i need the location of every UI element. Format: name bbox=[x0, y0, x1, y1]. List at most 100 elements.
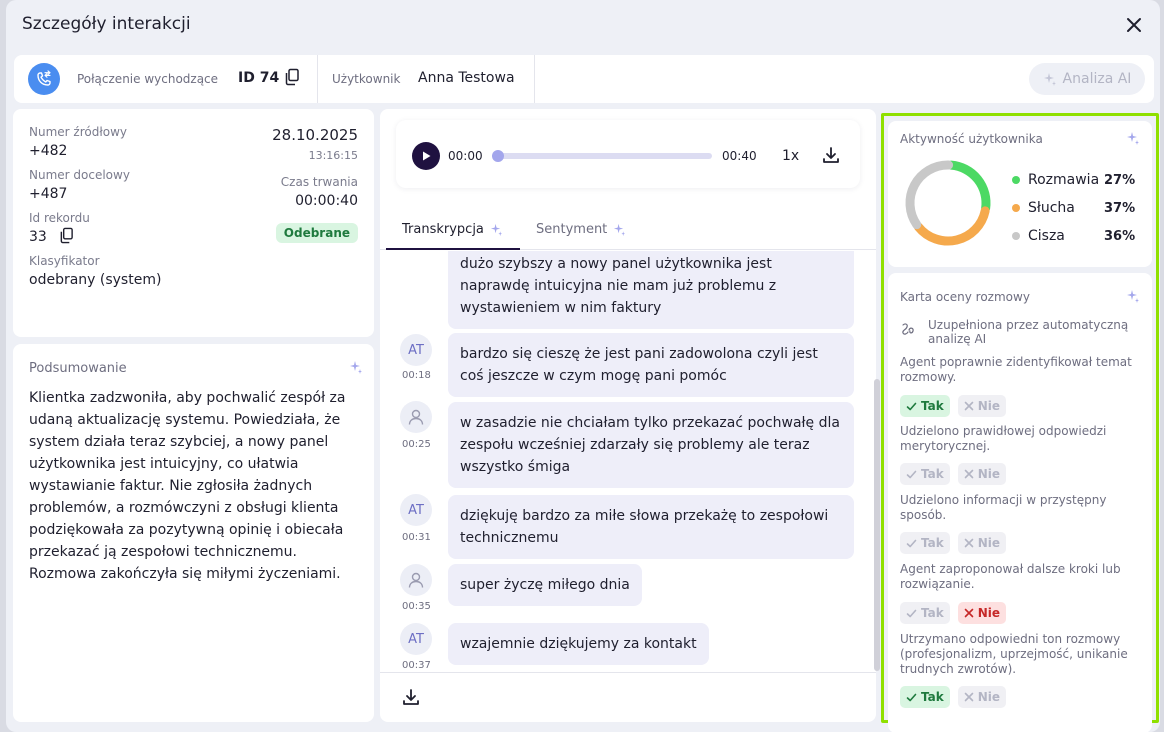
message-time: 00:37 bbox=[402, 660, 431, 671]
divider bbox=[380, 672, 876, 673]
answer-no-button[interactable]: Nie bbox=[957, 532, 1007, 554]
recording-panel: 00:00 00:40 1x Transkrypcja Sentyment du… bbox=[380, 109, 880, 722]
sparkle-icon bbox=[1043, 73, 1056, 86]
legend-percent: 37% bbox=[1104, 200, 1136, 216]
playback-speed-button[interactable]: 1x bbox=[782, 148, 799, 164]
answer-yes-label: Tak bbox=[921, 536, 944, 550]
record-id-value: 33 bbox=[29, 229, 47, 245]
answer-yes-button[interactable]: Tak bbox=[900, 532, 950, 554]
ai-analysis-button[interactable]: Analiza AI bbox=[1029, 63, 1145, 95]
answer-no-button[interactable]: Nie bbox=[957, 686, 1007, 708]
download-transcript-button[interactable] bbox=[402, 688, 420, 710]
answer-no-button[interactable]: Nie bbox=[957, 463, 1007, 485]
classifier-label: Klasyfikator bbox=[29, 254, 100, 268]
summary-card: Podsumowanie Klientka zadzwoniła, aby po… bbox=[13, 344, 374, 722]
source-number-value: +482 bbox=[29, 143, 68, 159]
answer-toggle-group: Tak Nie bbox=[900, 686, 1007, 708]
activity-title: Aktywność użytkownika bbox=[900, 132, 1043, 146]
sparkle-icon bbox=[1127, 132, 1139, 145]
x-icon bbox=[964, 608, 974, 618]
ai-auto-icon bbox=[902, 323, 914, 335]
user-icon bbox=[408, 409, 424, 425]
message-time: 00:31 bbox=[402, 532, 431, 543]
agent-avatar: AT bbox=[400, 334, 432, 366]
check-icon bbox=[906, 693, 917, 701]
summary-text: Klientka zadzwoniła, aby pochwalić zespó… bbox=[29, 390, 346, 582]
progress-track[interactable] bbox=[496, 153, 712, 159]
transcript-scrollbar[interactable] bbox=[874, 379, 880, 671]
donut-segment-0 bbox=[946, 160, 991, 213]
tab-sentiment[interactable]: Sentyment bbox=[536, 222, 626, 237]
answer-no-label: Nie bbox=[977, 536, 1001, 550]
legend-percent: 36% bbox=[1104, 228, 1136, 244]
answer-toggle-group: Tak Nie bbox=[900, 602, 1007, 624]
legend-label: Słucha bbox=[1028, 200, 1075, 216]
user-icon bbox=[408, 572, 424, 588]
answer-no-label: Nie bbox=[977, 606, 1001, 620]
legend-dot bbox=[1012, 204, 1020, 212]
call-date: 28.10.2025 bbox=[272, 126, 358, 144]
tab-label: Transkrypcja bbox=[402, 222, 484, 237]
answer-yes-button[interactable]: Tak bbox=[900, 602, 950, 624]
answer-yes-button[interactable]: Tak bbox=[900, 686, 950, 708]
answer-yes-button[interactable]: Tak bbox=[900, 463, 950, 485]
agent-avatar: AT bbox=[400, 623, 432, 655]
answer-no-button[interactable]: Nie bbox=[957, 395, 1007, 417]
copy-icon bbox=[285, 68, 299, 86]
interaction-info-bar: Połączenie wychodzące ID 74 Użytkownik A… bbox=[14, 55, 1154, 103]
check-icon bbox=[906, 470, 917, 478]
target-number-label: Numer docelowy bbox=[29, 168, 130, 182]
x-icon bbox=[964, 401, 974, 411]
record-id-label: Id rekordu bbox=[29, 211, 90, 225]
answer-no-button[interactable]: Nie bbox=[957, 602, 1007, 624]
copy-id-button[interactable] bbox=[284, 68, 300, 90]
user-label: Użytkownik bbox=[332, 72, 401, 86]
progress-handle[interactable] bbox=[492, 150, 504, 162]
scorecard-question: Udzielono informacji w przystępny sposób… bbox=[900, 493, 1107, 522]
message-bubble: bardzo się cieszę że jest pani zadowolon… bbox=[448, 333, 854, 397]
target-number-value: +487 bbox=[29, 186, 68, 202]
message-bubble: dużo szybszy a nowy panel użytkownika je… bbox=[448, 251, 854, 329]
x-icon bbox=[964, 692, 974, 702]
legend-dot bbox=[1012, 232, 1020, 240]
x-icon bbox=[964, 469, 974, 479]
close-button[interactable] bbox=[1122, 13, 1146, 37]
answer-toggle-group: Tak Nie bbox=[900, 532, 1007, 554]
copy-icon bbox=[60, 227, 73, 244]
user-activity-card: Aktywność użytkownika Rozmawia 27% Słuch… bbox=[888, 121, 1152, 267]
divider bbox=[317, 55, 318, 103]
message-bubble: w zasadzie nie chciałam tylko przekazać … bbox=[448, 402, 854, 488]
copy-record-id-button[interactable] bbox=[59, 227, 74, 248]
divider bbox=[534, 55, 535, 103]
download-icon bbox=[403, 689, 419, 705]
answer-yes-button[interactable]: Tak bbox=[900, 395, 950, 417]
message-time: 00:35 bbox=[402, 601, 431, 612]
legend-item-silence: Cisza 36% bbox=[1012, 228, 1135, 244]
sparkle-icon bbox=[1127, 290, 1139, 303]
check-icon bbox=[906, 609, 917, 617]
duration-value: 00:00:40 bbox=[295, 193, 358, 209]
donut-segment-1 bbox=[913, 206, 990, 246]
scorecard-question: Udzielono prawidłowej odpowiedzi merytor… bbox=[900, 424, 1107, 453]
scorecard-question: Agent poprawnie zidentyfikował temat roz… bbox=[900, 355, 1132, 384]
x-icon bbox=[964, 538, 974, 548]
scorecard-question: Utrzymano odpowiedni ton rozmowy (profes… bbox=[900, 632, 1128, 676]
current-time: 00:00 bbox=[448, 149, 483, 163]
client-avatar bbox=[400, 401, 432, 433]
legend-dot bbox=[1012, 176, 1020, 184]
message-bubble: wzajemnie dziękujemy za kontakt bbox=[448, 623, 709, 665]
answer-yes-label: Tak bbox=[921, 399, 944, 413]
tab-transcription[interactable]: Transkrypcja bbox=[402, 222, 503, 237]
check-icon bbox=[906, 539, 917, 547]
transcript-list: dużo szybszy a nowy panel użytkownika je… bbox=[380, 251, 876, 671]
status-badge: Odebrane bbox=[275, 223, 358, 243]
legend-item-talking: Rozmawia 27% bbox=[1012, 172, 1135, 188]
sparkle-icon bbox=[614, 223, 626, 236]
modal-title: Szczegóły interakcji bbox=[22, 14, 191, 34]
download-recording-button[interactable] bbox=[822, 146, 840, 168]
play-icon bbox=[423, 151, 431, 161]
call-details-card: Numer źródłowy +482 Numer docelowy +487 … bbox=[13, 109, 374, 337]
play-button[interactable] bbox=[412, 142, 440, 170]
sparkle-icon bbox=[350, 361, 362, 374]
close-icon bbox=[1127, 18, 1141, 32]
